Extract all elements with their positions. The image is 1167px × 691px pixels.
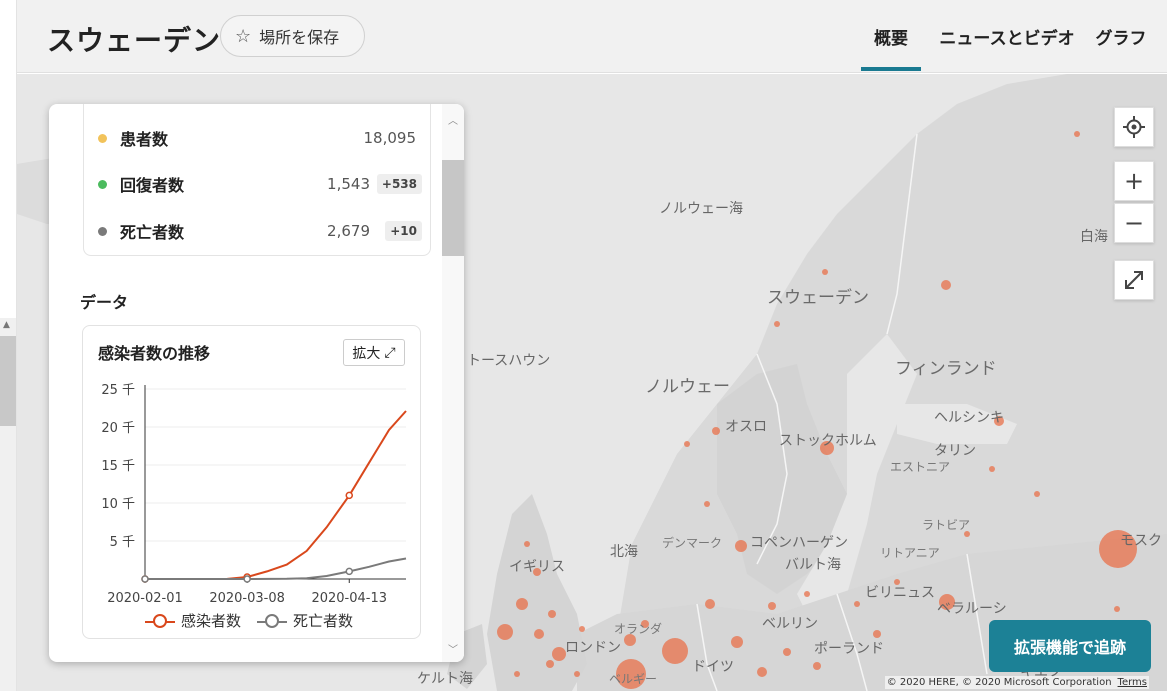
map-label-estonia: エストニア: [890, 460, 951, 474]
map-label-latvia: ラトビア: [922, 518, 971, 532]
stat-value-recovered: 1,543: [327, 175, 370, 193]
fullscreen-button[interactable]: [1114, 260, 1154, 300]
cases-series-line: [145, 410, 407, 580]
terms-link[interactable]: Terms: [1118, 677, 1147, 688]
chart-x-tick-label: 2020-04-13: [311, 591, 387, 606]
map-label-celtic-sea: ケルト海: [417, 671, 473, 687]
stat-row-deaths: 死亡者数 2,679 +10: [84, 216, 432, 246]
locate-me-button[interactable]: [1114, 107, 1154, 147]
map-label-baltic-sea: バルト海: [785, 557, 841, 573]
stat-row-recovered: 回復者数 1,543 +538: [84, 169, 432, 199]
legend-cases-marker-icon: [145, 613, 175, 628]
chart-card: 感染者数の推移 拡大 ⤢ 25 千 20 千 15 千 10 千5 千 2020-02-…: [82, 325, 421, 639]
panel-scroll-up-icon[interactable]: ︿: [448, 112, 458, 127]
expand-icon: [1125, 271, 1143, 289]
stat-delta-deaths: +10: [385, 221, 422, 241]
recovered-dot-icon: [98, 179, 107, 189]
location-header: スウェーデン ☆ 場所を保存 概要 ニュースとビデオ グラフ: [17, 0, 1167, 73]
map-label-denmark: デンマーク: [662, 536, 723, 550]
panel-scrollbar-thumb[interactable]: [442, 160, 464, 256]
map-label-torshavn: トースハウン: [467, 353, 551, 369]
stat-value-deaths: 2,679: [327, 222, 370, 240]
stat-label-cases: 患者数: [120, 130, 169, 149]
zoom-in-button[interactable]: +: [1114, 161, 1154, 201]
tab-news-video[interactable]: ニュースとビデオ: [933, 0, 1081, 73]
map-label-norway: ノルウェー: [645, 377, 730, 397]
legend-item-deaths[interactable]: 死亡者数: [257, 610, 353, 631]
crosshair-icon: [1123, 116, 1145, 138]
stat-label-recovered: 回復者数: [120, 176, 185, 195]
legend-item-cases[interactable]: 感染者数: [145, 610, 241, 631]
map-copyright: © 2020 HERE, © 2020 Microsoft Corporatio…: [884, 676, 1149, 689]
page-scrollbar-thumb[interactable]: [0, 336, 16, 426]
map-label-norwegian-sea: ノルウェー海: [659, 201, 743, 217]
tab-bar: 概要 ニュースとビデオ グラフ: [861, 0, 1167, 73]
map-label-belgium: ベルギー: [609, 672, 658, 686]
chart-y-tick-label: 20 千: [101, 421, 135, 436]
legend-label-cases: 感染者数: [181, 612, 242, 630]
map-label-belarus: ベラルーシ: [937, 601, 1007, 617]
map-label-netherlands: オランダ: [614, 622, 663, 636]
map-label-london: ロンドン: [565, 640, 621, 656]
save-location-label: 場所を保存: [259, 28, 340, 47]
chart-y-tick-label: 15 千: [101, 459, 135, 474]
copyright-text: © 2020 HERE, © 2020 Microsoft Corporatio…: [886, 677, 1112, 688]
page-scrollbar[interactable]: ▲: [0, 318, 16, 691]
stat-delta-recovered: +538: [376, 174, 422, 194]
map-label-uk: イギリス: [509, 559, 565, 575]
tab-charts[interactable]: グラフ: [1089, 0, 1153, 73]
zoom-out-button[interactable]: −: [1114, 203, 1154, 243]
stat-row-cases: 患者数 18,095: [84, 123, 432, 153]
stats-card: 患者数 18,095 回復者数 1,543 +538 死亡者数 2,679 +1…: [83, 104, 431, 256]
map-label-helsinki: ヘルシンキ: [934, 410, 1004, 426]
deaths-data-point: [243, 575, 251, 583]
save-location-button[interactable]: ☆ 場所を保存: [220, 15, 365, 57]
cases-data-point: [345, 491, 354, 500]
chart-y-tick-label: 10 千: [101, 497, 135, 512]
deaths-data-point: [345, 567, 354, 576]
map-label-vilnius: ビリニュス: [865, 585, 935, 601]
legend-label-deaths: 死亡者数: [293, 612, 354, 630]
page-title: スウェーデン: [47, 24, 222, 57]
map-label-white-sea: 白海: [1080, 229, 1108, 245]
chart-x-tick-label: 2020-02-01: [107, 591, 183, 606]
panel-scrollbar[interactable]: ︿ ﹀: [442, 104, 464, 662]
chart-y-tick-label: 5 千: [110, 535, 135, 550]
map-label-copenhagen: コペンハーゲン: [750, 535, 848, 551]
map-label-moscow: モスク: [1120, 533, 1162, 549]
map-label-poland: ポーランド: [814, 641, 884, 657]
track-with-extension-button[interactable]: 拡張機能で追跡: [989, 620, 1151, 672]
map-label-berlin: ベルリン: [762, 616, 818, 632]
page-left-edge: ▲: [0, 0, 17, 691]
map-label-finland: フィンランド: [895, 359, 997, 379]
map-label-north-sea: 北海: [610, 544, 638, 560]
info-panel: 患者数 18,095 回復者数 1,543 +538 死亡者数 2,679 +1…: [49, 104, 464, 662]
map-label-stockholm: ストックホルム: [779, 433, 877, 449]
cases-dot-icon: [98, 133, 107, 143]
chart-x-tick-label: 2020-03-08: [209, 591, 285, 606]
map-label-oslo: オスロ: [725, 419, 767, 435]
stat-value-cases: 18,095: [363, 129, 417, 147]
map-label-sweden: スウェーデン: [767, 288, 869, 308]
deaths-data-point: [141, 575, 149, 583]
stat-label-deaths: 死亡者数: [120, 223, 185, 242]
star-icon: ☆: [235, 25, 252, 47]
tab-overview[interactable]: 概要: [861, 0, 921, 73]
scroll-up-arrow-icon[interactable]: ▲: [3, 320, 10, 330]
panel-scroll-down-icon[interactable]: ﹀: [448, 641, 458, 656]
map-label-germany: ドイツ: [692, 659, 734, 675]
data-section-title: データ: [80, 293, 129, 312]
map-label-tallinn: タリン: [934, 443, 976, 459]
chart-y-tick-label: 25 千: [101, 383, 135, 398]
cases-trend-chart: 25 千 20 千 15 千 10 千 5 千 2020-02-01 2020-03-08 2…: [101, 383, 407, 606]
deaths-dot-icon: [98, 226, 107, 236]
map-label-lithuania: リトアニア: [880, 546, 940, 560]
chart-legend: 感染者数 死亡者数: [145, 610, 369, 631]
legend-deaths-marker-icon: [257, 613, 288, 628]
